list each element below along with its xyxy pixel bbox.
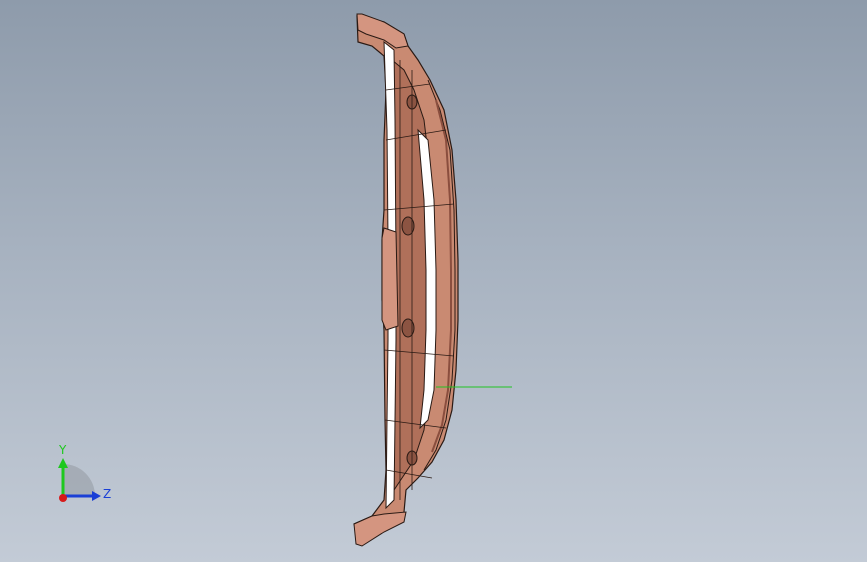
center-mount-tab[interactable] (381, 227, 399, 331)
triad-xy-plane-shade (63, 464, 95, 496)
triad-y-label: Y (58, 443, 67, 457)
triad-x-origin-icon (59, 494, 67, 502)
coordinate-triad[interactable]: Y Z (40, 438, 120, 514)
bumper-part-model[interactable] (0, 0, 867, 562)
cad-graphics-viewport[interactable]: Y Z (0, 0, 867, 562)
triad-z-arrow-icon (92, 491, 101, 501)
triad-y-arrow-icon (58, 458, 68, 468)
bottom-bracket-flange[interactable] (353, 511, 407, 547)
triad-z-label: Z (103, 487, 111, 501)
